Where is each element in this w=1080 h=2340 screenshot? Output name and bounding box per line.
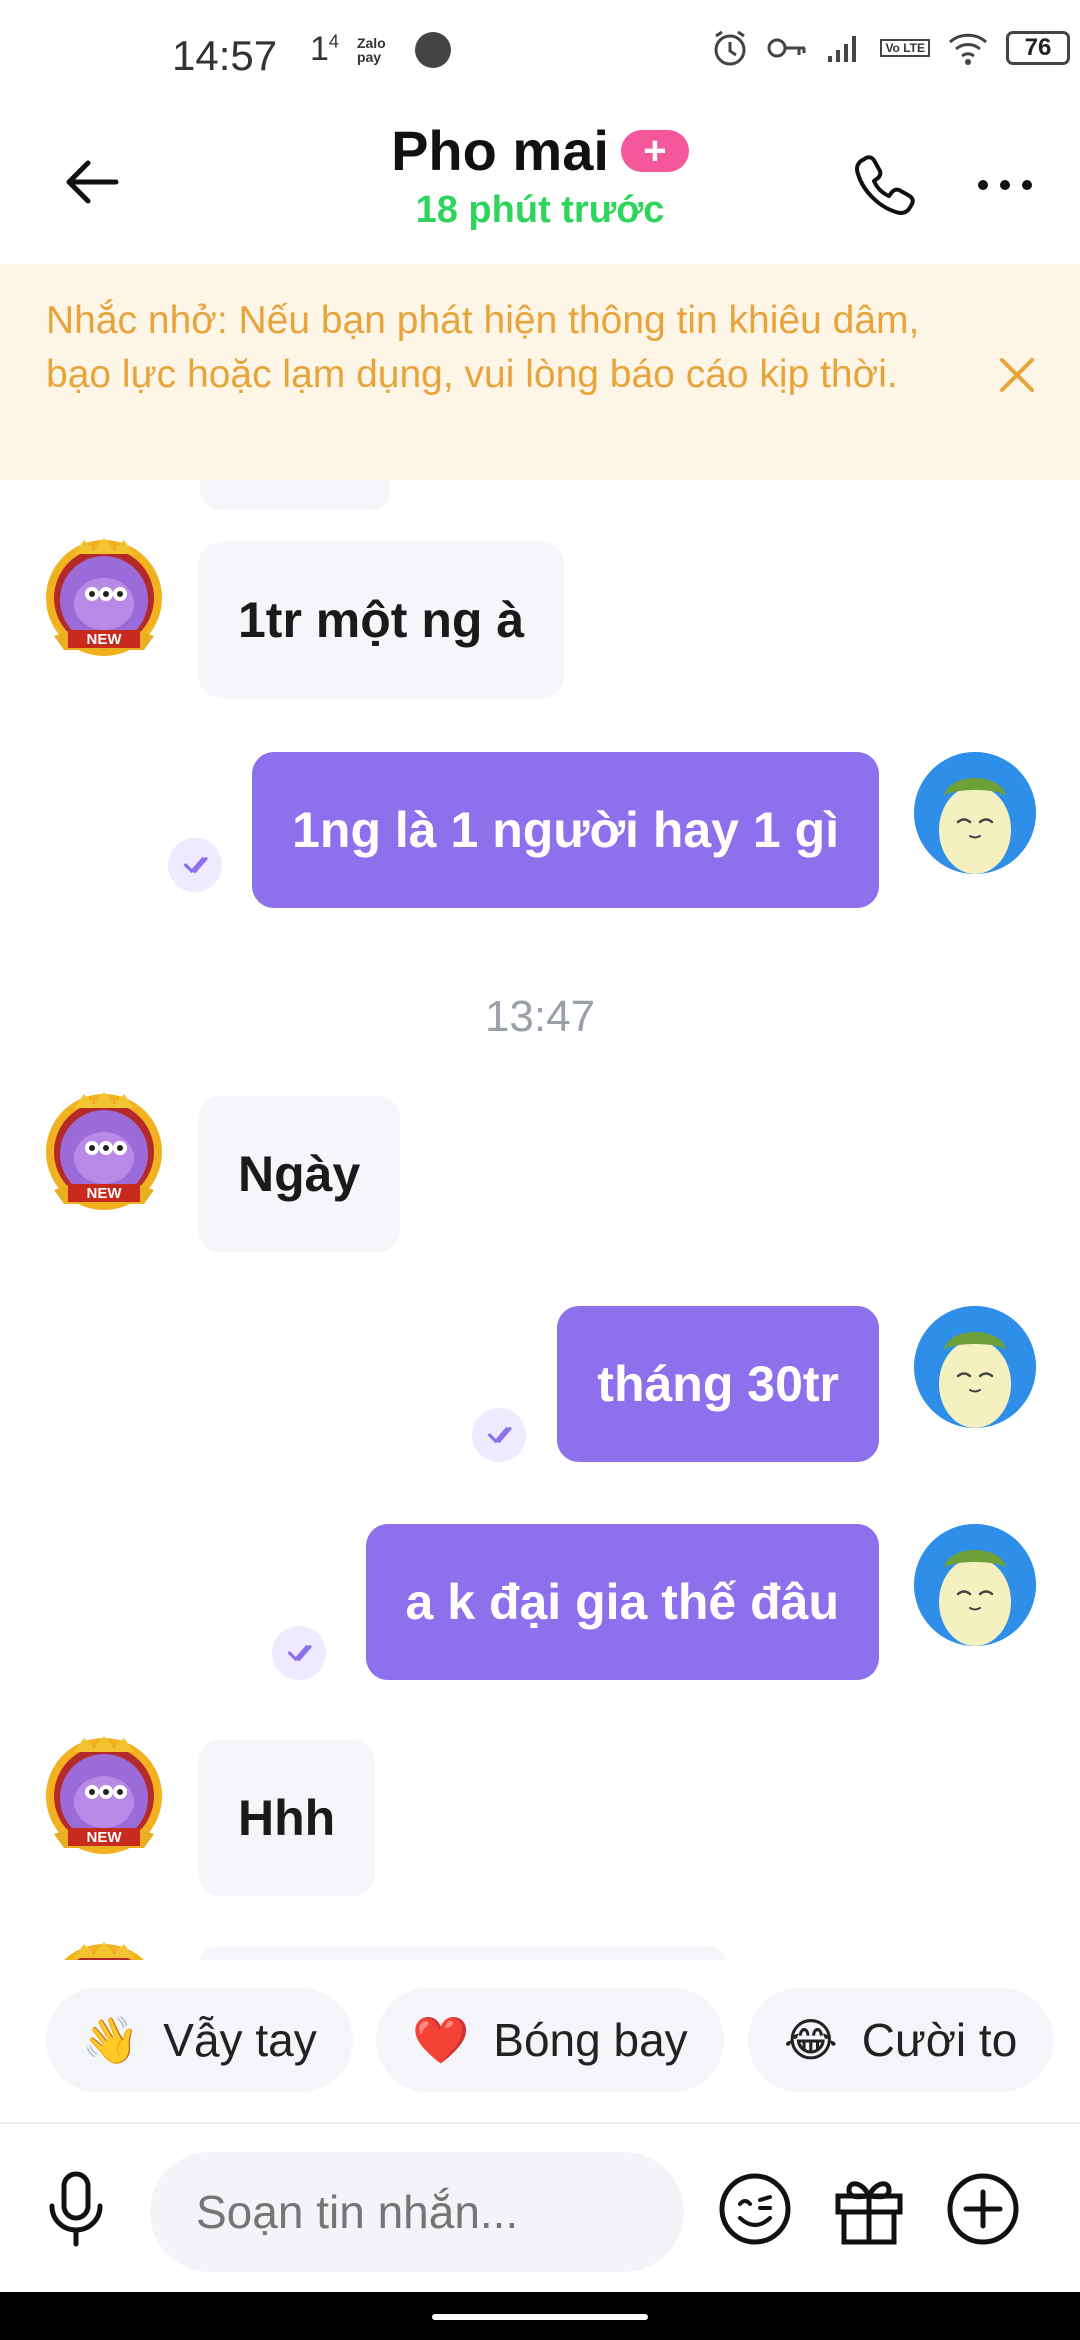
quick-reply-label: Bóng bay [493,2014,688,2066]
plus-icon[interactable] [944,2170,1022,2248]
battery-icon: 76 [1006,31,1070,65]
heart-icon: ❤️ [412,2013,470,2066]
svg-text:NEW: NEW [87,1829,123,1846]
mic-icon[interactable] [40,2168,112,2250]
gift-icon[interactable] [830,2170,908,2248]
self-avatar[interactable] [914,752,1036,874]
timestamp-divider: 13:47 [484,992,596,1041]
message-text: 1tr một ng à [238,592,525,648]
contact-avatar[interactable]: NEW [34,1086,174,1226]
self-avatar[interactable] [914,1306,1036,1428]
vpn-key-icon [767,38,806,58]
home-indicator[interactable] [432,2314,648,2320]
read-check-icon [272,1626,326,1680]
message-input[interactable] [150,2152,684,2272]
more-icon[interactable] [970,150,1040,220]
read-check-icon [472,1408,526,1462]
message-text: Hhh [238,1790,336,1846]
self-avatar[interactable] [914,1524,1036,1646]
quick-reply-bar: 👋 Vẫy tay ❤️ Bóng bay 😂 Cười to [0,1980,1080,2100]
emoji-icon[interactable] [716,2170,794,2248]
quick-reply-wave[interactable]: 👋 Vẫy tay [46,1988,353,2092]
quick-reply-laugh[interactable]: 😂 Cười to [748,1988,1054,2092]
svg-text:NEW: NEW [87,631,123,648]
wave-icon: 👋 [82,2013,140,2066]
quick-reply-label: Cười to [861,2014,1018,2066]
read-check-icon [168,838,222,892]
message-bubble-received[interactable]: 1tr một ng à [198,542,565,698]
status-bar: 14:57 14 Zalo pay Vo LTE 76 [0,0,1080,110]
volte-icon: Vo LTE [880,39,930,57]
quick-reply-label: Vẫy tay [163,2014,317,2066]
system-nav-bar [0,2292,1080,2340]
signal-icon [828,36,857,62]
status-notification-icons: 14 Zalo pay [310,30,451,69]
reminder-text: Nhắc nhở: Nếu bạn phát hiện thông tin kh… [46,299,920,396]
contact-avatar[interactable]: NEW [34,1730,174,1870]
message-bubble-received[interactable]: Ngày [198,1096,401,1252]
alarm-icon [714,30,746,66]
message-bubble-received[interactable]: Hhh [198,1740,376,1896]
phone-icon[interactable] [850,150,920,220]
contact-avatar[interactable]: NEW [34,532,174,672]
quick-reply-balloon[interactable]: ❤️ Bóng bay [376,1988,724,2092]
message-text: 1ng là 1 người hay 1 gì [292,802,839,858]
message-text: tháng 30tr [597,1356,839,1412]
notification-count: 14 [310,30,339,68]
message-bubble-sent[interactable]: tháng 30tr [557,1306,879,1462]
message-bubble-sent[interactable]: a k đại gia thế đâu [365,1524,879,1680]
svg-text:NEW: NEW [87,1185,123,1202]
contact-avatar-partial [46,1942,162,1960]
previous-message-partial [200,480,390,510]
wifi-icon [948,33,988,65]
laugh-icon: 😂 [784,2014,838,2066]
status-time: 14:57 [172,32,278,79]
composer-bar [0,2122,1080,2292]
message-text: Ngày [238,1146,361,1202]
message-text: a k đại gia thế đâu [405,1574,839,1630]
message-bubble-partial [198,1946,728,1960]
message-list[interactable]: NEW 1tr một ng à 1ng là 1 người hay 1 gì… [0,480,1080,1960]
message-bubble-sent[interactable]: 1ng là 1 người hay 1 gì [252,752,879,908]
add-friend-button[interactable]: + [620,129,689,172]
safety-reminder-banner: Nhắc nhở: Nếu bạn phát hiện thông tin kh… [0,264,1080,480]
zalopay-icon: Zalo pay [356,34,386,65]
chat-header: Pho mai + 18 phút trước [0,110,1080,260]
contact-name: Pho mai [391,119,609,182]
chat-head-icon [414,31,451,68]
close-icon[interactable] [992,350,1042,400]
status-system-icons: Vo LTE 76 [710,28,1070,68]
